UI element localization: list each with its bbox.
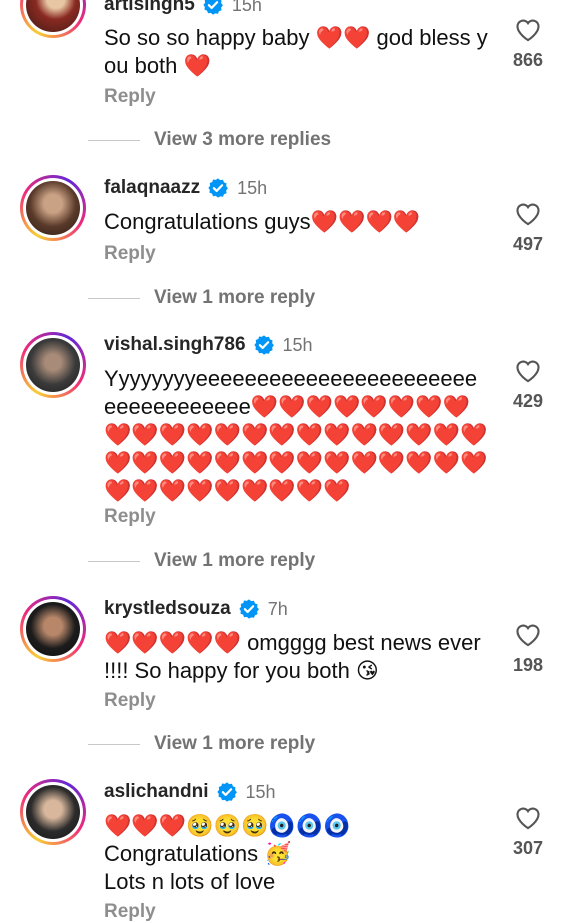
like-column: 198 [505,621,551,676]
timestamp: 15h [245,781,276,802]
comment-text: So so so happy baby ❤️❤️ god bless you b… [104,25,488,78]
avatar[interactable] [26,785,80,839]
timestamp: 15h [282,334,313,355]
comment-text: ❤️❤️❤️🥹🥹🥹🧿🧿🧿 Congratulations 🥳 Lots n lo… [104,813,351,894]
timestamp: 15h [231,0,262,15]
avatar-ring[interactable] [20,332,86,398]
view-more-replies-label[interactable]: View 1 more reply [154,287,315,309]
like-count: 866 [512,50,544,70]
like-count: 497 [512,234,544,254]
reply-button[interactable]: Reply [104,506,156,528]
comment-text: ❤️❤️❤️❤️❤️ omgggg best news ever !!!! So… [104,630,481,683]
divider-line [88,297,140,299]
comment-text: Yyyyyyyyeeeeeeeeeeeeeeeeeeeeeeeeeeeeeeee… [104,366,488,503]
reply-button[interactable]: Reply [104,243,156,265]
comment-text: Congratulations guys❤️❤️❤️❤️ [104,209,421,234]
timestamp: 15h [237,177,268,198]
like-column: 497 [505,200,551,255]
avatar-ring[interactable] [20,779,86,845]
avatar[interactable] [26,338,80,392]
view-more-replies-label[interactable]: View 3 more replies [154,129,331,151]
like-count: 198 [512,655,544,675]
username[interactable]: falaqnaazz [104,177,200,199]
username[interactable]: vishal.singh786 [104,334,246,356]
like-column: 429 [505,357,551,412]
like-count: 429 [512,391,544,411]
avatar-ring[interactable] [20,0,86,38]
username-row: vishal.singh786 15h [104,332,313,358]
view-more-replies-button[interactable]: View 1 more reply [88,732,315,756]
verified-badge-icon [239,599,259,619]
avatar[interactable] [26,602,80,656]
heart-outline-icon[interactable] [514,357,542,383]
avatar-ring[interactable] [20,596,86,662]
view-more-replies-label[interactable]: View 1 more reply [154,733,315,755]
timestamp: 7h [267,598,288,619]
divider-line [88,560,140,562]
divider-line [88,743,140,745]
like-count: 307 [512,838,544,858]
view-more-replies-label[interactable]: View 1 more reply [154,550,315,572]
verified-badge-icon [216,782,237,802]
avatar[interactable] [26,0,80,32]
divider-line [88,139,140,141]
heart-outline-icon[interactable] [514,200,542,226]
view-more-replies-button[interactable]: View 3 more replies [88,128,331,152]
verified-badge-icon [208,178,228,198]
heart-outline-icon[interactable] [514,804,542,830]
username-row: falaqnaazz 15h [104,175,267,201]
reply-button[interactable]: Reply [104,86,156,108]
like-column: 866 [505,16,551,71]
like-column: 307 [505,804,551,859]
username-row: krystledsouza 7h [104,596,288,622]
username-row: aslichandni 15h [104,779,276,805]
avatar[interactable] [26,181,80,235]
heart-outline-icon[interactable] [514,621,542,647]
view-more-replies-button[interactable]: View 1 more reply [88,549,315,573]
reply-button[interactable]: Reply [104,690,156,712]
heart-outline-icon[interactable] [514,16,542,42]
avatar-ring[interactable] [20,175,86,241]
username[interactable]: aslichandni [104,781,209,803]
verified-badge-icon [203,0,223,15]
username[interactable]: artisingh5 [104,0,195,16]
username[interactable]: krystledsouza [104,598,231,620]
verified-badge-icon [253,335,274,355]
view-more-replies-button[interactable]: View 1 more reply [88,286,315,310]
username-row: artisingh5 15h [104,0,262,18]
